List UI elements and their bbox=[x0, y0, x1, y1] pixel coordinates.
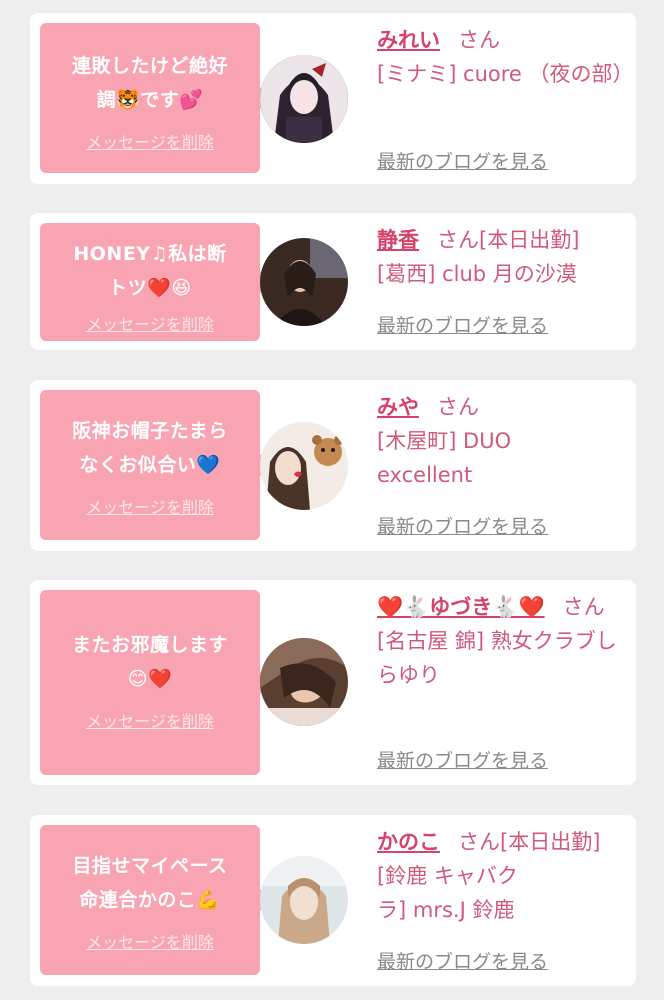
message-text-line1: HONEY♫私は断 bbox=[73, 243, 227, 265]
member-name-link[interactable]: かのこ bbox=[377, 830, 440, 854]
message-text-line2: 😊❤️ bbox=[127, 668, 173, 690]
avatar[interactable] bbox=[260, 422, 348, 510]
latest-blog-link[interactable]: 最新のブログを見る bbox=[377, 512, 548, 539]
shop-name: [名古屋 錦] 熟女クラブしらゆり bbox=[377, 629, 617, 687]
latest-blog-link[interactable]: 最新のブログを見る bbox=[377, 746, 548, 773]
member-info: 静香 さん[本日出勤] [葛西] club 月の沙漠 bbox=[377, 223, 627, 291]
message-text-line1: 阪神お帽子たまら bbox=[72, 420, 228, 442]
message-bubble: またお邪魔します 😊❤️ メッセージを削除 bbox=[40, 590, 271, 775]
member-card: 阪神お帽子たまら なくお似合い💙 メッセージを削除 みや さん [木屋町] DUO… bbox=[30, 380, 636, 551]
delete-message-link[interactable]: メッセージを削除 bbox=[86, 311, 214, 335]
delete-message-link[interactable]: メッセージを削除 bbox=[86, 129, 214, 153]
member-info: ❤️🐇ゆづき🐇❤️ さん [名古屋 錦] 熟女クラブしらゆり bbox=[377, 590, 627, 692]
shop-name: [鈴鹿 キャバクラ] mrs.J 鈴鹿 bbox=[377, 864, 518, 922]
shop-name: [木屋町] DUO excellent bbox=[377, 429, 512, 487]
member-name-link[interactable]: ❤️🐇ゆづき🐇❤️ bbox=[377, 595, 545, 619]
latest-blog-link[interactable]: 最新のブログを見る bbox=[377, 947, 548, 974]
avatar[interactable] bbox=[260, 238, 348, 326]
member-card: 連敗したけど絶好 調🐯です💕 メッセージを削除 みれい さん [ミナミ] cuor… bbox=[30, 13, 636, 184]
name-line: みや さん bbox=[377, 390, 627, 424]
member-name-link[interactable]: みや bbox=[377, 395, 419, 419]
avatar-image bbox=[260, 238, 348, 326]
member-card: 目指せマイペース 命連合かのこ💪 メッセージを削除 かのこ さん[本日出勤] [鈴… bbox=[30, 815, 636, 986]
name-suffix: さん[本日出勤] bbox=[458, 830, 601, 854]
name-suffix: さん[本日出勤] bbox=[437, 228, 580, 252]
message-bubble: 阪神お帽子たまら なくお似合い💙 メッセージを削除 bbox=[40, 390, 271, 540]
avatar[interactable] bbox=[260, 55, 348, 143]
name-line: みれい さん bbox=[377, 23, 627, 57]
name-suffix: さん bbox=[437, 395, 479, 419]
member-info: みれい さん [ミナミ] cuore （夜の部） bbox=[377, 23, 634, 91]
message-text-line1: 連敗したけど絶好 bbox=[71, 55, 228, 77]
message-text-line2: トツ❤️😆 bbox=[108, 277, 192, 299]
message-bubble: HONEY♫私は断 トツ❤️😆 メッセージを削除 bbox=[40, 223, 271, 341]
latest-blog-link[interactable]: 最新のブログを見る bbox=[377, 311, 548, 338]
member-name-link[interactable]: みれい bbox=[377, 28, 440, 52]
name-line: かのこ さん[本日出勤] bbox=[377, 825, 627, 859]
avatar-image bbox=[260, 55, 348, 143]
message-text-line1: またお邪魔します bbox=[71, 634, 228, 656]
member-info: みや さん [木屋町] DUO excellent bbox=[377, 390, 627, 492]
latest-blog-link[interactable]: 最新のブログを見る bbox=[377, 147, 548, 174]
shop-name: [葛西] club 月の沙漠 bbox=[377, 262, 577, 286]
shop-name: [ミナミ] cuore （夜の部） bbox=[377, 62, 634, 86]
avatar[interactable] bbox=[260, 638, 348, 726]
name-line: 静香 さん[本日出勤] bbox=[377, 223, 627, 257]
message-text-line2: なくお似合い💙 bbox=[79, 454, 221, 476]
avatar[interactable] bbox=[260, 856, 348, 944]
avatar-image bbox=[260, 638, 348, 726]
name-line: ❤️🐇ゆづき🐇❤️ さん bbox=[377, 590, 627, 624]
message-text-line2: 命連合かのこ💪 bbox=[79, 889, 221, 911]
member-info: かのこ さん[本日出勤] [鈴鹿 キャバクラ] mrs.J 鈴鹿 bbox=[377, 825, 627, 927]
member-card: またお邪魔します 😊❤️ メッセージを削除 ❤️🐇ゆづき🐇❤️ さん [名古屋 錦… bbox=[30, 580, 636, 785]
message-text-line1: 目指せマイペース bbox=[72, 855, 228, 877]
name-suffix: さん bbox=[458, 28, 500, 52]
avatar-image bbox=[260, 856, 348, 944]
message-text-line2: 調🐯です💕 bbox=[96, 89, 204, 111]
delete-message-link[interactable]: メッセージを削除 bbox=[86, 708, 214, 732]
member-name-link[interactable]: 静香 bbox=[377, 228, 419, 252]
name-suffix: さん bbox=[562, 595, 605, 619]
message-bubble: 目指せマイペース 命連合かのこ💪 メッセージを削除 bbox=[40, 825, 271, 975]
member-card: HONEY♫私は断 トツ❤️😆 メッセージを削除 静香 さん[本日出勤] [葛西]… bbox=[30, 213, 636, 350]
avatar-image bbox=[260, 422, 348, 510]
delete-message-link[interactable]: メッセージを削除 bbox=[86, 929, 214, 953]
delete-message-link[interactable]: メッセージを削除 bbox=[86, 494, 214, 518]
message-bubble: 連敗したけど絶好 調🐯です💕 メッセージを削除 bbox=[40, 23, 271, 173]
